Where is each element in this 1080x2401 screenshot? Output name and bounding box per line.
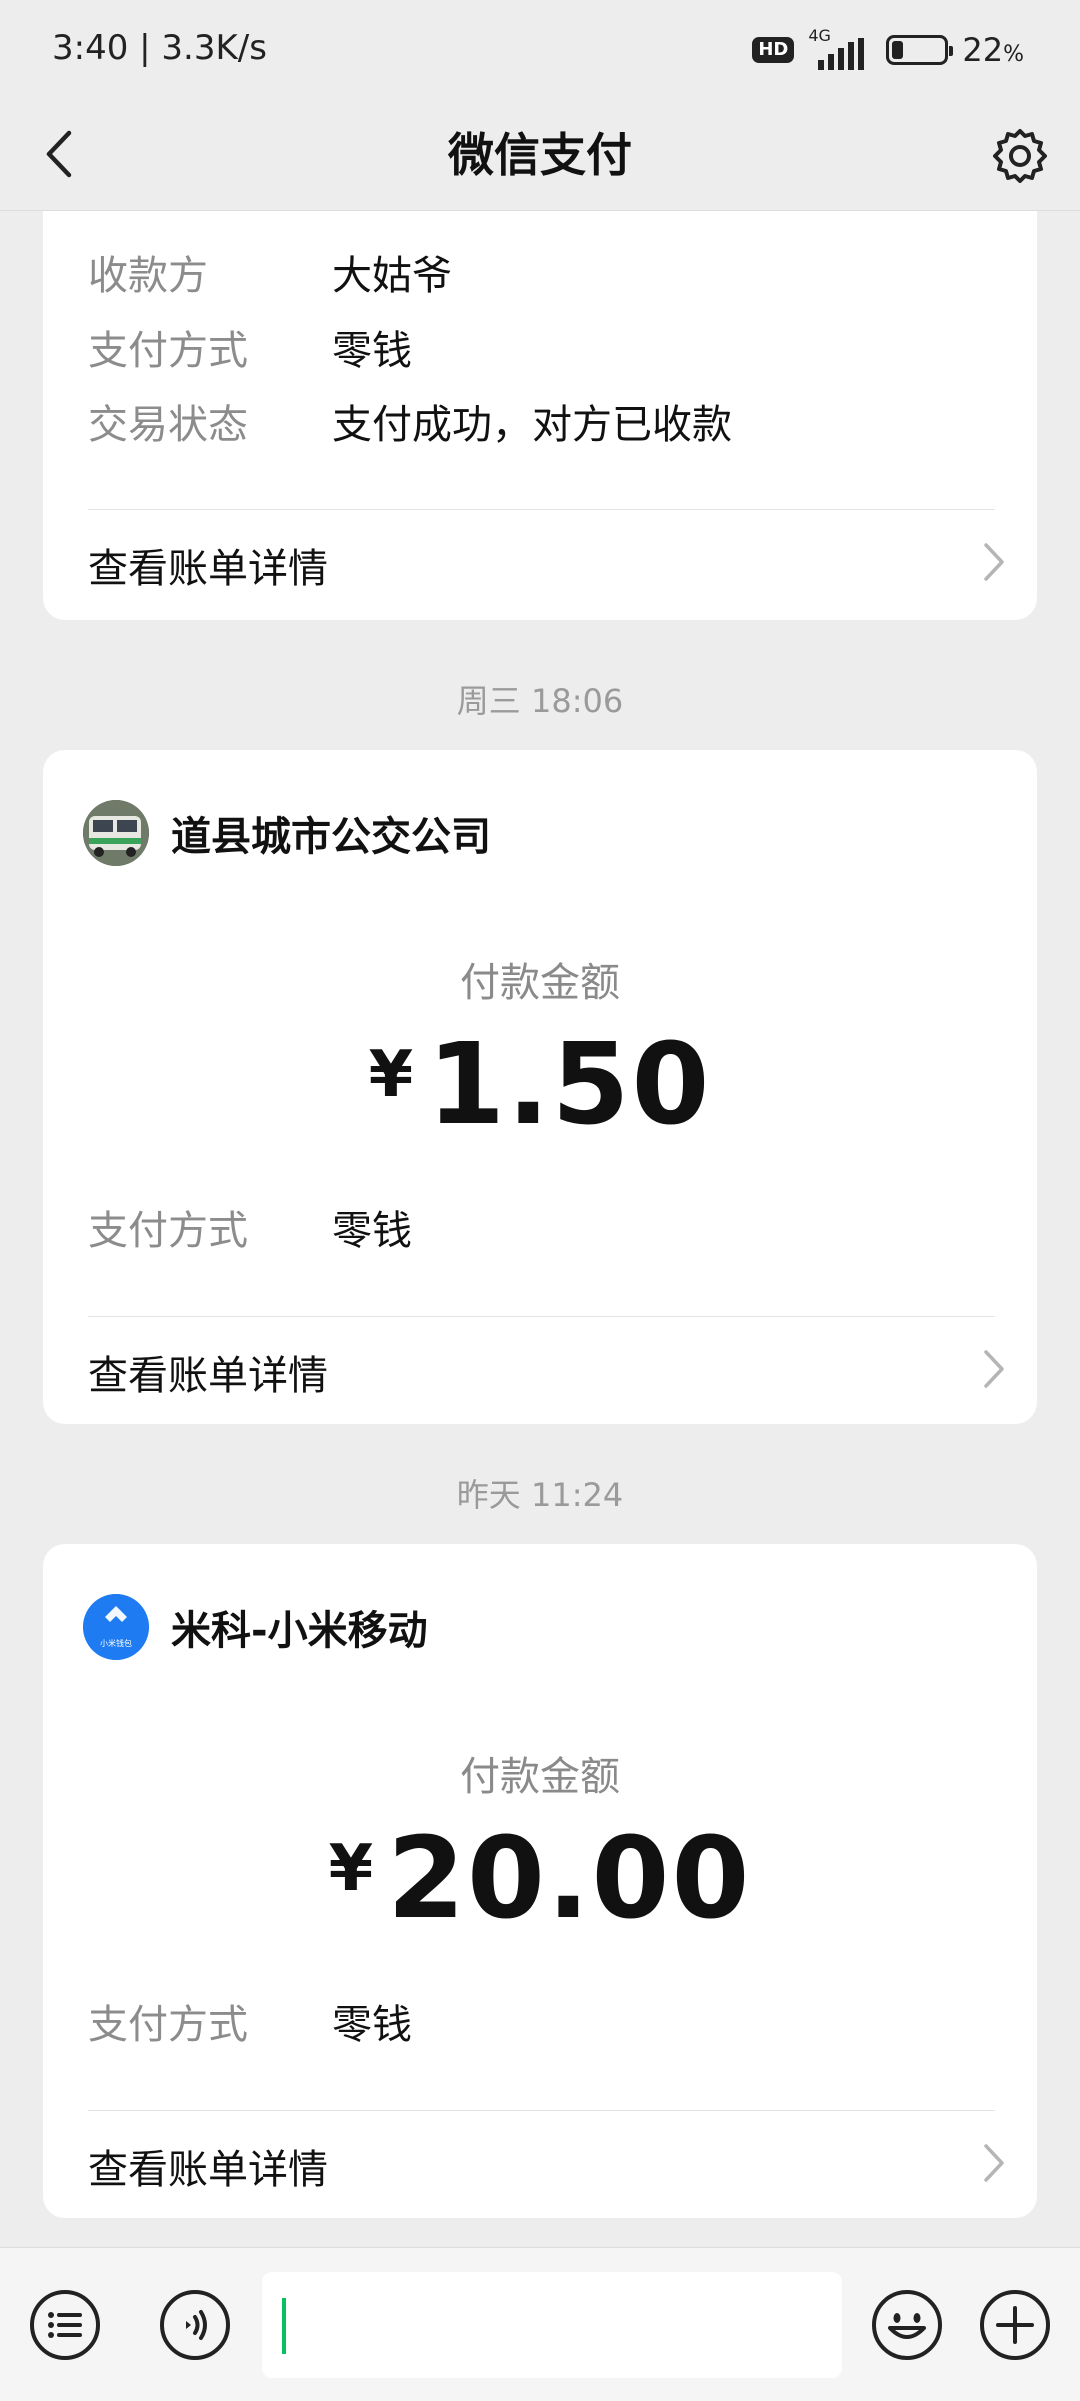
voice-icon	[160, 2290, 230, 2360]
merchant-name: 道县城市公交公司	[171, 814, 491, 860]
signal-icon: 4G	[808, 26, 872, 70]
avatar-caption: 小米钱包	[100, 1639, 132, 1648]
status-icons: HD 4G 22%	[752, 26, 1024, 72]
add-button[interactable]	[978, 2288, 1052, 2362]
row-key: 支付方式	[88, 1208, 248, 1254]
row-value: 支付成功，对方已收款	[332, 402, 732, 448]
currency-symbol: ¥	[368, 1038, 414, 1112]
row-value: 零钱	[332, 1208, 412, 1254]
chevron-right-icon	[984, 543, 1004, 581]
link-label: 查看账单详情	[88, 1353, 328, 1399]
link-label: 查看账单详情	[88, 546, 328, 592]
link-label: 查看账单详情	[88, 2147, 328, 2193]
amount-value: 20.00	[387, 1814, 752, 1944]
message-timestamp: 昨天 11:24	[456, 1476, 624, 1514]
view-bill-details-link[interactable]: 查看账单详情	[43, 510, 1037, 618]
payment-card-2: 道县城市公交公司 付款金额 ¥1.50 支付方式 零钱 查看账单详情	[43, 750, 1037, 1424]
row-key: 支付方式	[88, 328, 248, 374]
chevron-right-icon	[984, 2144, 1004, 2182]
payment-card-3: 小米钱包 米科-小米移动 付款金额 ¥20.00 支付方式 零钱 查看账单详情	[43, 1544, 1037, 2218]
status-bar: 3:40 | 3.3K/s HD 4G 22%	[0, 0, 1080, 100]
currency-symbol: ¥	[328, 1832, 374, 1906]
message-list[interactable]: 收款方 大姑爷 支付方式 零钱 交易状态 支付成功，对方已收款 查看账单详情 周…	[0, 211, 1080, 2246]
nav-bar: 微信支付	[0, 100, 1080, 211]
merchant-header[interactable]: 小米钱包 米科-小米移动	[83, 1594, 428, 1660]
amount-label: 付款金额	[460, 960, 620, 1006]
merchant-avatar: 小米钱包	[83, 1594, 149, 1660]
settings-button[interactable]	[988, 124, 1052, 188]
xiaomi-wallet-logo	[83, 1594, 149, 1660]
view-bill-details-link[interactable]: 查看账单详情	[43, 2111, 1037, 2219]
merchant-avatar	[83, 800, 149, 866]
hd-icon: HD	[752, 37, 795, 63]
amount-value: 1.50	[427, 1020, 712, 1150]
emoji-icon	[872, 2290, 942, 2360]
detail-row: 收款方 大姑爷	[88, 243, 452, 301]
detail-row: 支付方式 零钱	[88, 318, 412, 376]
menu-button[interactable]	[28, 2288, 102, 2362]
voice-button[interactable]	[158, 2288, 232, 2362]
row-key: 收款方	[88, 253, 208, 299]
row-key: 支付方式	[88, 2002, 248, 2048]
payment-amount: ¥20.00	[43, 1814, 1037, 1944]
row-key: 交易状态	[88, 402, 248, 448]
amount-label: 付款金额	[460, 1754, 620, 1800]
menu-list-icon	[30, 2290, 100, 2360]
view-bill-details-link[interactable]: 查看账单详情	[43, 1317, 1037, 1425]
chevron-right-icon	[984, 1350, 1004, 1388]
status-time-speed: 3:40 | 3.3K/s	[52, 28, 267, 68]
plus-icon	[980, 2290, 1050, 2360]
payment-card-1: 收款方 大姑爷 支付方式 零钱 交易状态 支付成功，对方已收款 查看账单详情	[43, 211, 1037, 620]
battery-percent: 22%	[962, 31, 1024, 69]
detail-row: 交易状态 支付成功，对方已收款	[88, 392, 732, 450]
text-caret	[282, 2298, 286, 2354]
payment-amount: ¥1.50	[43, 1020, 1037, 1150]
bottom-toolbar	[0, 2247, 1080, 2401]
row-value: 大姑爷	[332, 253, 452, 299]
gear-icon	[993, 129, 1047, 183]
message-timestamp: 周三 18:06	[456, 682, 624, 720]
battery-icon	[886, 35, 954, 65]
message-input[interactable]	[262, 2272, 842, 2378]
emoji-button[interactable]	[870, 2288, 944, 2362]
row-value: 零钱	[332, 2002, 412, 2048]
row-value: 零钱	[332, 328, 412, 374]
detail-row: 支付方式 零钱	[88, 1992, 412, 2050]
page-title: 微信支付	[448, 128, 632, 182]
merchant-header[interactable]: 道县城市公交公司	[83, 800, 491, 866]
merchant-name: 米科-小米移动	[171, 1608, 428, 1654]
detail-row: 支付方式 零钱	[88, 1198, 412, 1256]
